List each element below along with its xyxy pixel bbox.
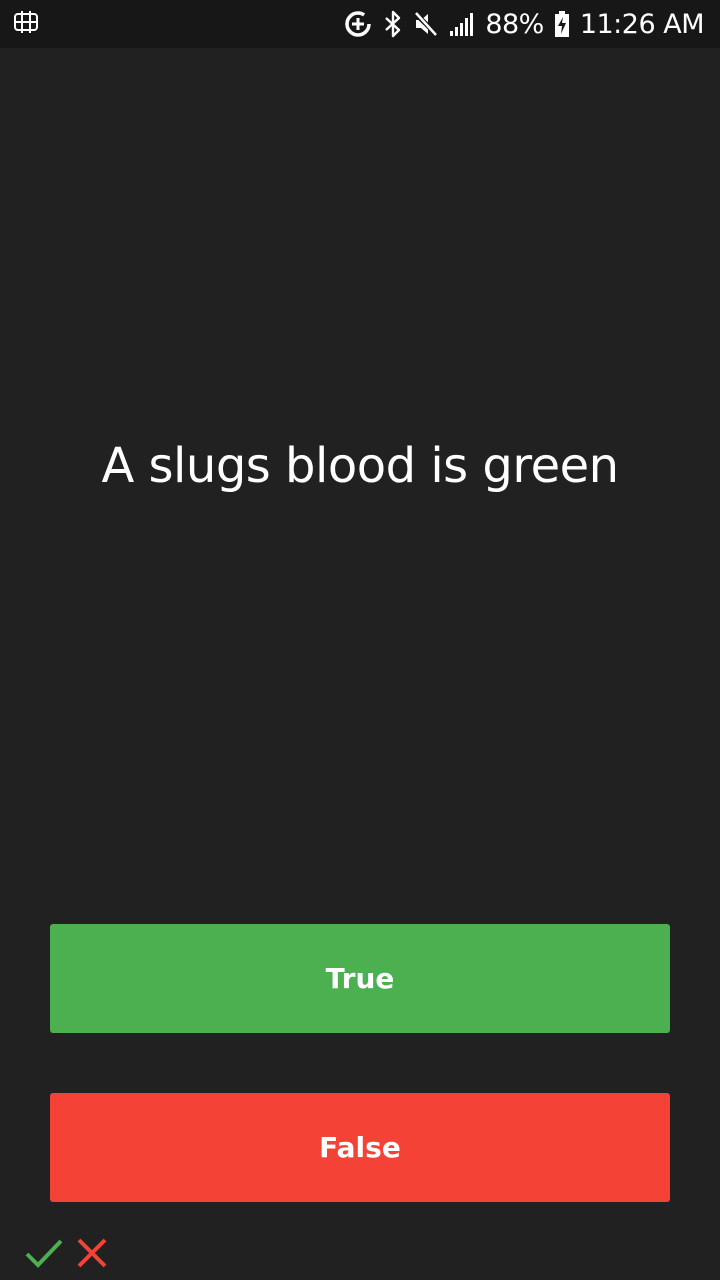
mute-icon [413, 10, 440, 38]
true-button[interactable]: True [50, 924, 670, 1033]
cross-icon [76, 1237, 108, 1274]
score-indicators [24, 1236, 108, 1275]
clock: 11:26 AM [579, 8, 705, 40]
signal-icon [449, 11, 475, 37]
bluetooth-icon [383, 10, 403, 38]
data-saver-icon [343, 9, 373, 39]
status-bar: 88% 11:26 AM [0, 0, 720, 48]
screen-mirror-icon [12, 8, 40, 41]
question-text: A slugs blood is green [101, 438, 619, 494]
check-icon [24, 1236, 64, 1275]
false-button[interactable]: False [50, 1093, 670, 1202]
battery-percent: 88% [485, 8, 544, 40]
battery-charging-icon [554, 10, 570, 38]
